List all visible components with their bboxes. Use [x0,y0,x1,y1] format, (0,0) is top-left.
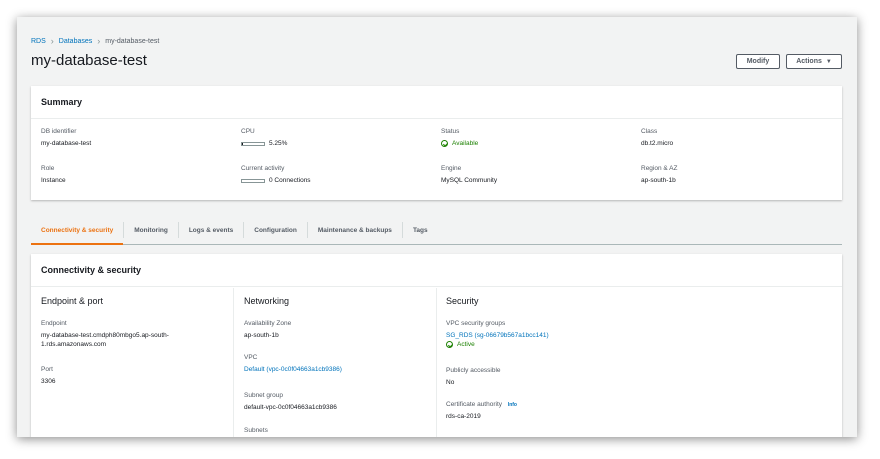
public-access-value: No [446,379,455,386]
az-value: ap-south-1b [244,332,279,339]
status-field: Status Available [441,128,478,147]
summary-title: Summary [31,86,842,119]
breadcrumb: RDS › Databases › my-database-test [31,36,159,46]
cpu-value-row: 5.25% [241,140,287,147]
cpu-field: CPU 5.25% [241,128,287,147]
tab-logs-events[interactable]: Logs & events [179,222,245,238]
vpc-label: VPC [244,354,258,361]
activity-value: 0 Connections [269,177,311,184]
class-value: db.t2.micro [641,140,674,147]
activity-field: Current activity 0 Connections [241,165,311,184]
networking-title: Networking [244,296,290,306]
caret-down-icon: ▼ [825,58,832,65]
class-field: Class db.t2.micro [641,128,673,147]
az-field: Availability Zone ap-south-1b [244,320,291,339]
actions-button[interactable]: Actions ▼ [786,54,842,69]
page-title: my-database-test [31,52,147,69]
tab-connectivity-security[interactable]: Connectivity & security [31,222,125,245]
connectivity-title: Connectivity & security [31,254,842,287]
subnets-label: Subnets [244,427,268,434]
check-circle-icon [446,341,453,348]
tab-monitoring[interactable]: Monitoring [124,222,179,238]
vpc-link[interactable]: Default (vpc-0c0f04663a1cb9386) [244,366,342,373]
engine-label: Engine [441,165,462,172]
db-identifier-field: DB identifier my-database-test [41,128,91,147]
engine-value: MySQL Community [441,177,498,184]
tab-configuration[interactable]: Configuration [244,222,308,238]
role-label: Role [41,165,55,172]
endpoint-value-line2: 1.rds.amazonaws.com [41,341,107,348]
chevron-right-icon: › [97,36,101,46]
activity-label: Current activity [241,165,285,172]
db-identifier-value: my-database-test [41,140,92,147]
security-group-link[interactable]: SG_RDS (sg-06679b567a1bcc141) [446,332,549,339]
subnet-group-field: Subnet group default-vpc-0c0f04663a1cb93… [244,392,337,411]
endpoint-field: Endpoint my-database-test.cmdph80mbgo5.a… [41,320,169,348]
status-value-row: Available [441,140,478,147]
class-label: Class [641,128,658,135]
security-title: Security [446,296,479,306]
endpoint-port-title: Endpoint & port [41,296,104,306]
role-value: Instance [41,177,66,184]
db-identifier-label: DB identifier [41,128,77,135]
public-access-label: Publicly accessible [446,367,501,374]
role-field: Role Instance [41,165,66,184]
connectivity-security-panel: Connectivity & security Endpoint & port … [31,254,842,437]
breadcrumb-rds[interactable]: RDS [31,38,46,45]
info-link[interactable]: Info [508,402,517,408]
endpoint-label: Endpoint [41,320,67,327]
summary-panel: Summary DB identifier my-database-test R… [31,86,842,200]
endpoint-value-line1: my-database-test.cmdph80mbgo5.ap-south- [41,332,169,339]
region-value: ap-south-1b [641,177,676,184]
status-value: Available [452,140,479,147]
modify-button-label: Modify [746,58,770,65]
engine-field: Engine MySQL Community [441,165,497,184]
activity-value-row: 0 Connections [241,177,311,184]
modify-button[interactable]: Modify [736,54,780,69]
port-label: Port [41,366,53,373]
region-field: Region & AZ ap-south-1b [641,165,678,184]
certificate-authority-field: Certificate authority Info rds-ca-2019 [446,401,517,420]
security-group-status-row: Active [446,341,549,348]
az-label: Availability Zone [244,320,292,327]
port-value: 3306 [41,378,56,385]
security-groups-field: VPC security groups SG_RDS (sg-06679b567… [446,320,549,348]
tab-tags[interactable]: Tags [403,222,438,238]
chevron-right-icon: › [50,36,54,46]
breadcrumb-current: my-database-test [105,37,160,45]
check-circle-icon [441,140,448,147]
actions-button-label: Actions [796,58,822,65]
rds-console-window: RDS › Databases › my-database-test my-da… [17,17,857,437]
cpu-progress-fill [242,142,244,145]
column-divider [436,288,437,437]
port-field: Port 3306 [41,366,55,385]
security-groups-label: VPC security groups [446,320,506,327]
cpu-progress-bar [241,141,265,146]
subnet-group-label: Subnet group [244,392,284,399]
certificate-authority-value: rds-ca-2019 [446,413,481,420]
activity-progress-bar [241,178,265,183]
subnet-group-value: default-vpc-0c0f04663a1cb9386 [244,404,337,411]
tab-maintenance-backups[interactable]: Maintenance & backups [308,222,403,238]
region-label: Region & AZ [641,165,678,172]
cpu-label: CPU [241,128,255,135]
subnets-field: Subnets [244,427,268,434]
status-label: Status [441,128,460,135]
column-divider [233,288,234,437]
public-access-field: Publicly accessible No [446,367,501,386]
detail-tabs: Connectivity & security Monitoring Logs … [31,216,842,245]
breadcrumb-databases[interactable]: Databases [59,38,92,45]
certificate-authority-label: Certificate authority [446,401,502,408]
cpu-value: 5.25% [269,140,288,147]
vpc-field: VPC Default (vpc-0c0f04663a1cb9386) [244,354,342,373]
certificate-authority-label-row: Certificate authority Info [446,401,517,408]
security-group-status: Active [457,341,475,348]
